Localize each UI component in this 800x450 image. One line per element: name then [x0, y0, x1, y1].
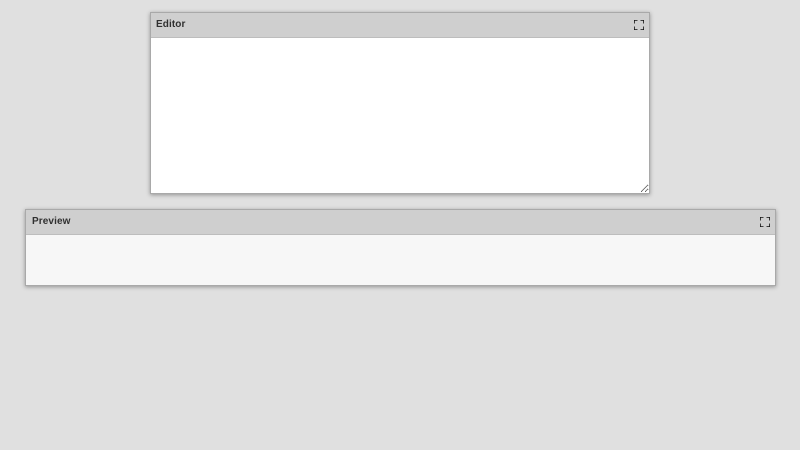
editor-panel: Editor	[150, 12, 650, 194]
editor-textarea[interactable]	[151, 38, 649, 193]
preview-content	[26, 235, 775, 285]
editor-maximize-button[interactable]	[634, 20, 644, 30]
preview-maximize-button[interactable]	[760, 217, 770, 227]
app-page: Editor Preview	[0, 0, 800, 450]
editor-header: Editor	[151, 13, 649, 38]
maximize-icon	[760, 217, 770, 227]
maximize-icon	[634, 20, 644, 30]
editor-title: Editor	[156, 19, 186, 30]
preview-title: Preview	[32, 216, 71, 227]
preview-header: Preview	[26, 210, 775, 235]
preview-panel: Preview	[25, 209, 776, 286]
